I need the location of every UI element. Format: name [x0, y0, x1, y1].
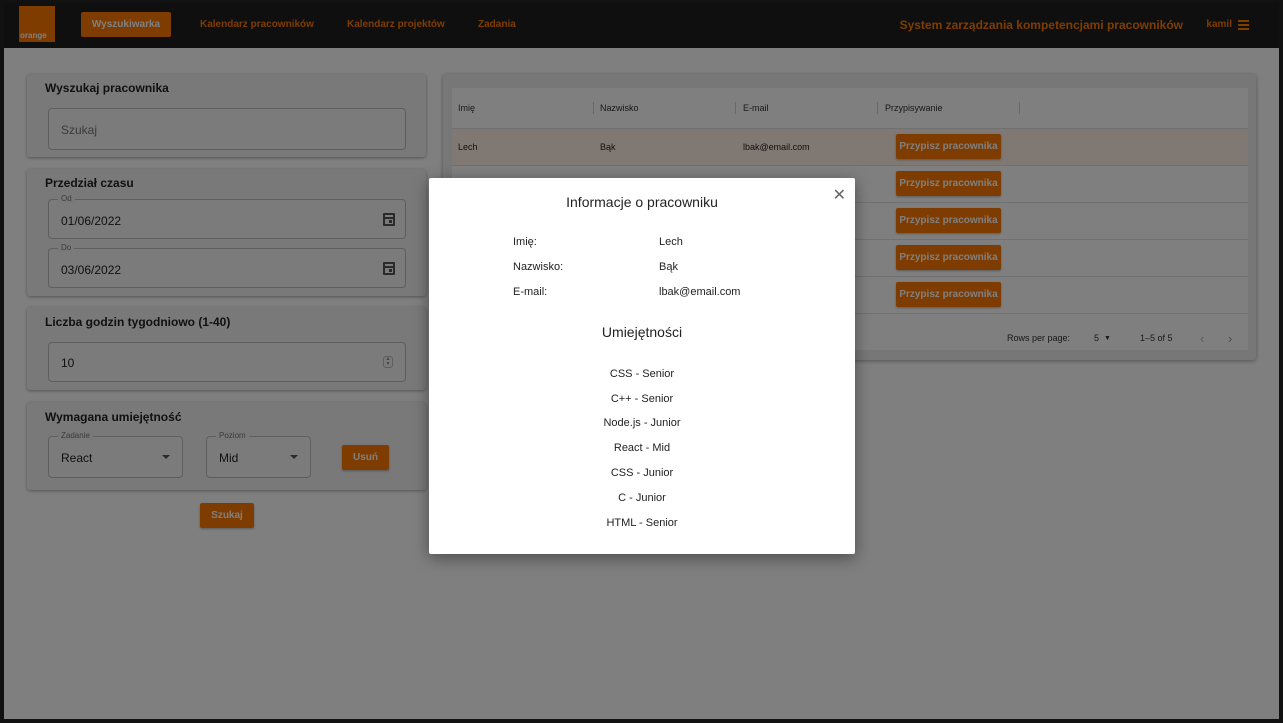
skill-item: HTML - Senior [606, 517, 678, 529]
skill-item: C++ - Senior [610, 393, 674, 405]
close-icon[interactable]: ✕ [833, 185, 846, 205]
last-name-label: Nazwisko: [513, 261, 564, 273]
last-name-value: Bąk [659, 261, 678, 273]
skill-item: React - Mid [613, 442, 671, 454]
skill-item: C - Junior [618, 492, 666, 504]
skill-item: Node.js - Junior [603, 417, 681, 429]
skill-item: CSS - Junior [610, 467, 674, 479]
email-value: lbak@email.com [659, 286, 741, 298]
modal-title: Informacje o pracowniku [566, 194, 718, 210]
first-name-label: Imię: [513, 236, 537, 248]
skill-item: CSS - Senior [609, 368, 675, 380]
skills-title: Umiejętności [601, 324, 683, 340]
email-label: E-mail: [513, 286, 548, 298]
first-name-value: Lech [659, 236, 683, 248]
employee-info-modal: Informacje o pracowniku ✕ Imię: Lech Naz… [429, 178, 855, 554]
